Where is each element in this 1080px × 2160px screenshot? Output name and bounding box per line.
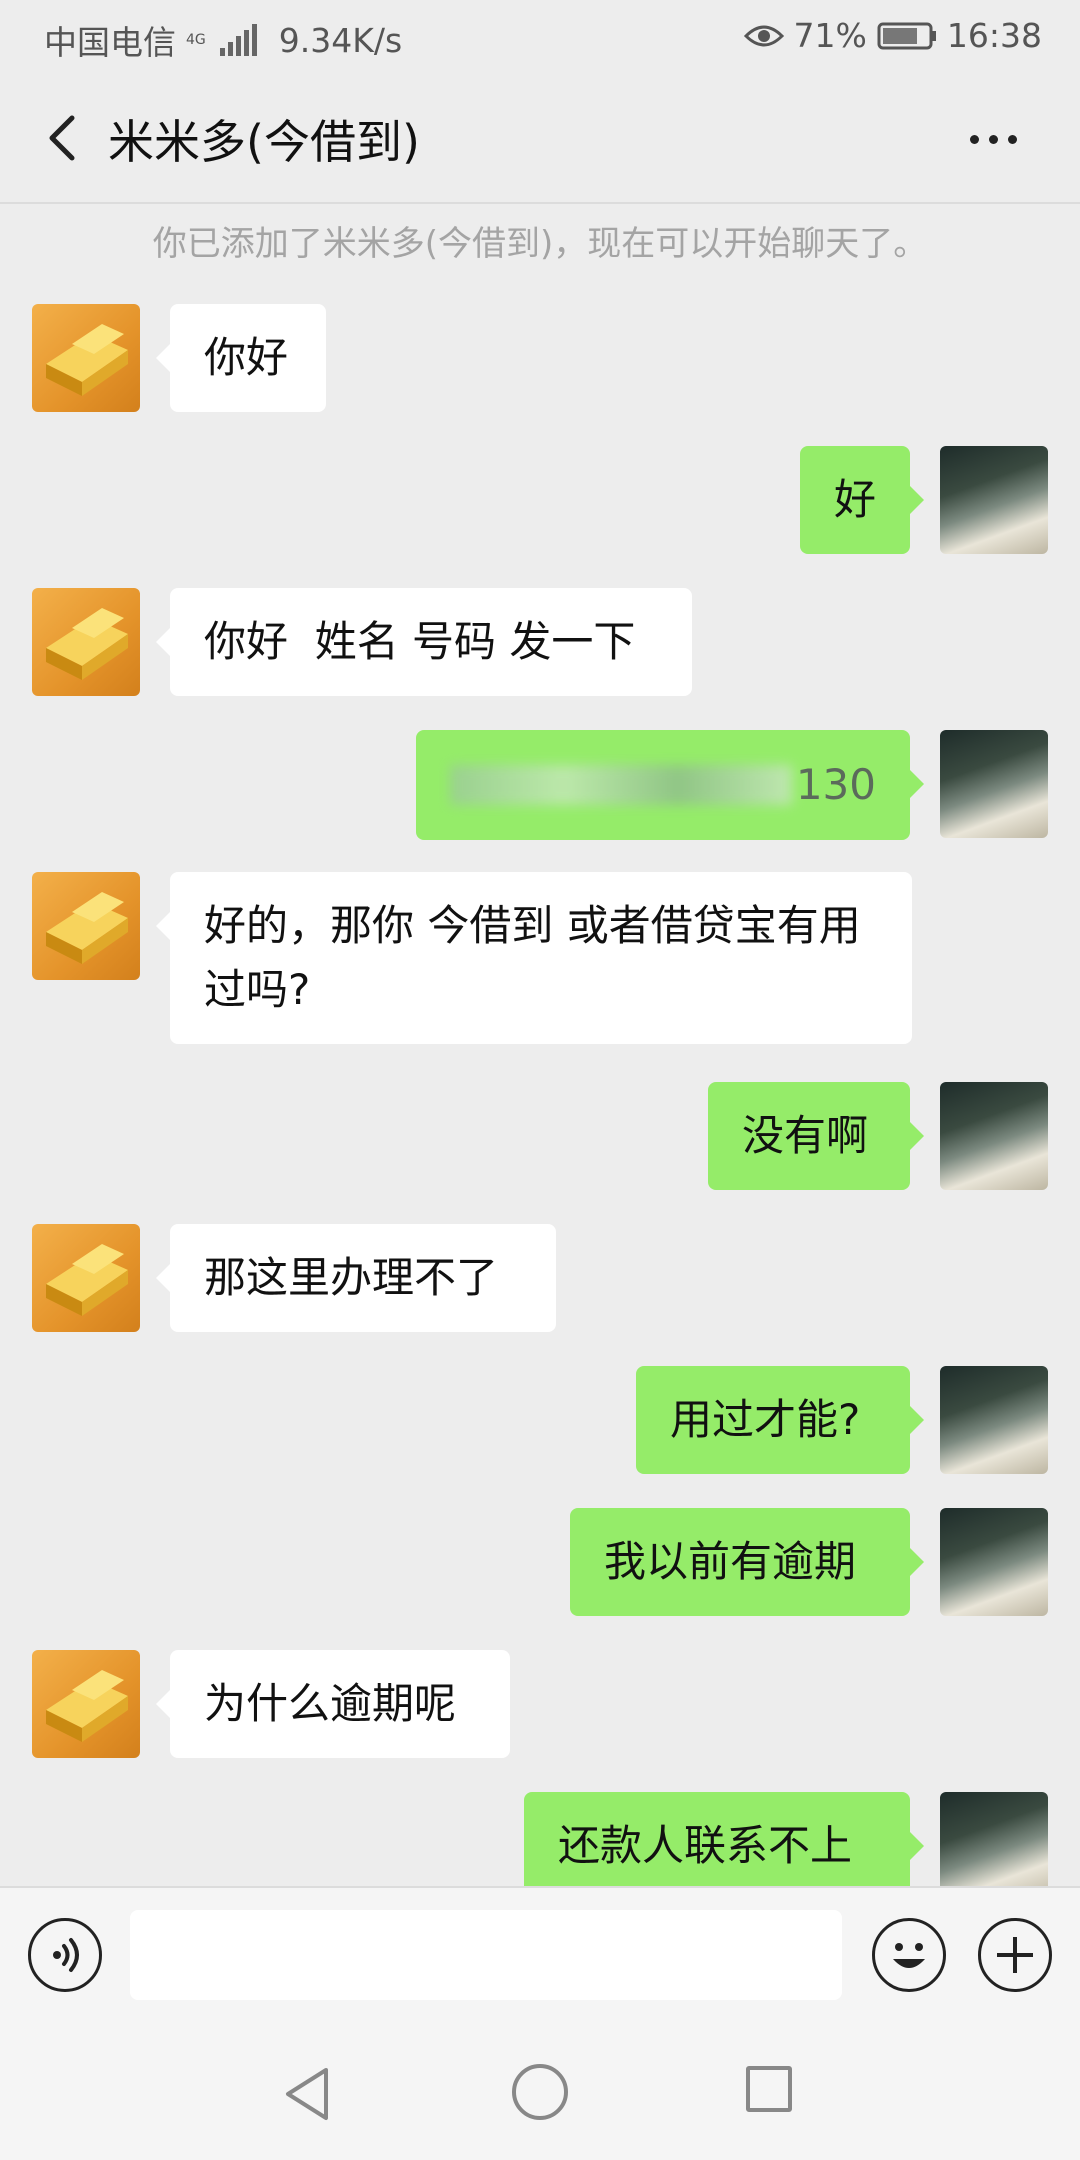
network-speed: 9.34K/s — [278, 20, 403, 60]
contact-avatar[interactable] — [32, 1650, 140, 1758]
user-avatar[interactable] — [940, 1082, 1048, 1190]
message-text: 那这里办理不了 — [204, 1253, 499, 1302]
message-text: 没有啊 — [742, 1111, 869, 1160]
clock: 16:38 — [946, 16, 1042, 55]
status-bar: 中国电信 4G 9.34K/s 71% 16:38 — [0, 0, 1080, 74]
contact-avatar[interactable] — [32, 1224, 140, 1332]
input-bar — [0, 1886, 1080, 2024]
message-text: 130 — [795, 760, 876, 809]
signal-icon — [219, 24, 257, 56]
system-nav-bar — [0, 2024, 1080, 2160]
user-avatar[interactable] — [940, 446, 1048, 554]
message-bubble[interactable]: 那这里办理不了 — [156, 1224, 556, 1332]
message-text: 你好 — [204, 333, 289, 382]
message-text: 还款人联系不上 — [558, 1821, 853, 1870]
message-input[interactable] — [130, 1910, 842, 2000]
message-list[interactable]: 你已添加了米米多(今借到)，现在可以开始聊天了。 你好 好 你好 姓名 号码 发… — [0, 204, 1080, 1886]
message-bubble[interactable]: 为什么逾期呢 — [156, 1650, 510, 1758]
message-bubble[interactable]: 没有啊 — [708, 1082, 924, 1190]
chat-title: 米米多(今借到) — [108, 115, 420, 169]
redacted-block — [450, 765, 792, 805]
message-bubble[interactable]: 我以前有逾期 — [570, 1508, 924, 1616]
user-avatar[interactable] — [940, 1792, 1048, 1886]
battery-icon — [877, 22, 936, 49]
message-bubble[interactable]: 好 — [800, 446, 924, 554]
system-message: 你已添加了米米多(今借到)，现在可以开始聊天了。 — [152, 224, 928, 264]
voice-icon[interactable] — [28, 1918, 102, 1992]
user-avatar[interactable] — [940, 1508, 1048, 1616]
message-bubble[interactable]: 用过才能? — [636, 1366, 924, 1474]
emoji-icon[interactable] — [872, 1918, 946, 1992]
chat-header: 米米多(今借到) — [0, 74, 1080, 202]
eye-icon — [743, 25, 784, 46]
nav-home-icon[interactable] — [512, 2064, 568, 2120]
more-dots-icon[interactable] — [970, 124, 1030, 154]
carrier-label: 中国电信 — [44, 23, 176, 62]
status-left: 中国电信 4G 9.34K/s — [44, 16, 402, 64]
message-bubble[interactable]: 你好 姓名 号码 发一下 — [156, 588, 692, 696]
message-text: 你好 姓名 号码 发一下 — [204, 617, 636, 666]
message-bubble[interactable]: 130 — [416, 730, 924, 840]
message-bubble[interactable]: 好的，那你 今借到 或者借贷宝有用过吗? — [156, 872, 912, 1044]
nav-back-icon[interactable] — [278, 2064, 338, 2124]
plus-icon[interactable] — [978, 1918, 1052, 1992]
nav-recent-apps-icon[interactable] — [746, 2066, 792, 2112]
user-avatar[interactable] — [940, 1366, 1048, 1474]
message-text: 用过才能? — [670, 1395, 861, 1444]
chevron-left-icon[interactable] — [34, 108, 94, 168]
status-right: 71% 16:38 — [743, 16, 1042, 55]
battery-percent: 71% — [793, 16, 867, 55]
contact-avatar[interactable] — [32, 588, 140, 696]
message-text: 好 — [834, 475, 877, 524]
user-avatar[interactable] — [940, 730, 1048, 838]
message-text: 为什么逾期呢 — [204, 1679, 457, 1728]
contact-avatar[interactable] — [32, 872, 140, 980]
blurred-content: 130 — [450, 730, 876, 840]
message-bubble[interactable]: 你好 — [156, 304, 326, 412]
contact-avatar[interactable] — [32, 304, 140, 412]
message-text: 好的，那你 今借到 或者借贷宝有用过吗? — [204, 901, 861, 1014]
message-bubble[interactable]: 还款人联系不上 — [524, 1792, 924, 1886]
message-text: 我以前有逾期 — [604, 1537, 857, 1586]
network-type-label: 4G — [186, 32, 206, 48]
